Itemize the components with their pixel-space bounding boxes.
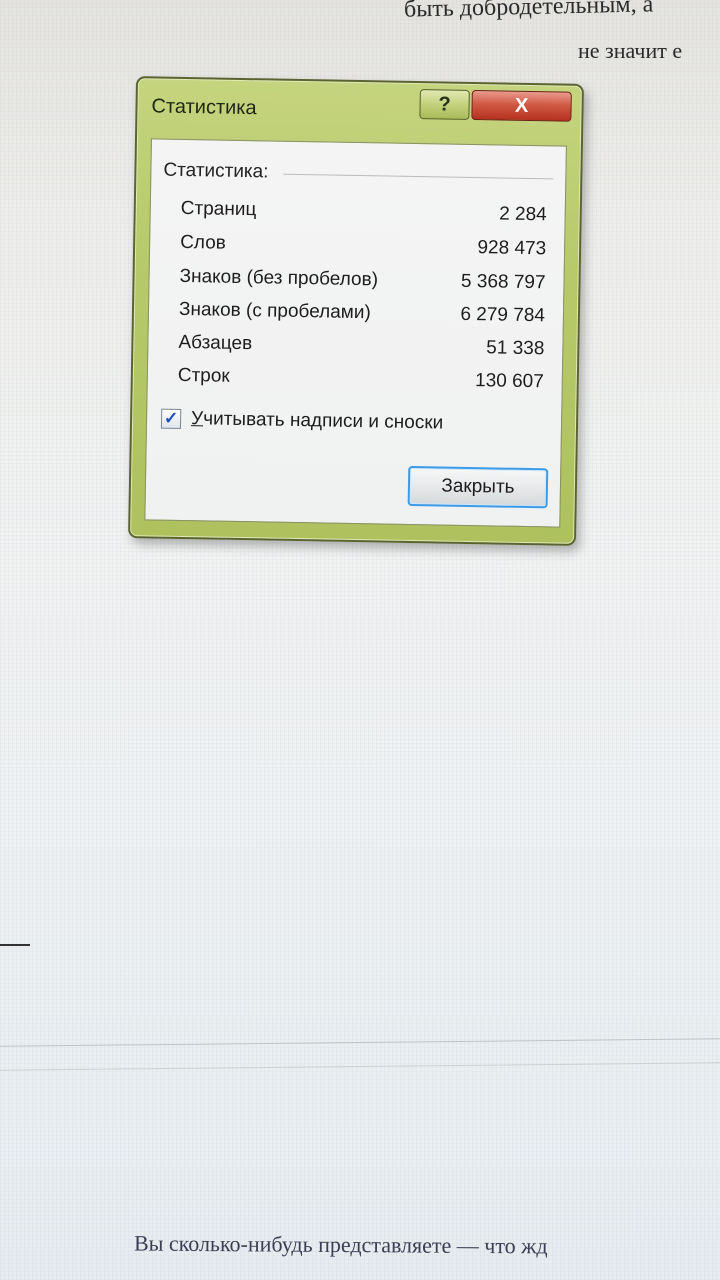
page-divider [0,1038,720,1047]
page-divider [0,1062,720,1071]
stat-value: 130 607 [474,370,544,393]
dialog-content: Статистика: Страниц 2 284 Слов 928 473 З… [144,138,567,528]
stat-row-chars-with-spaces: Знаков (с пробелами) 6 279 784 [179,299,545,331]
group-divider [283,173,554,180]
stat-row-words: Слов 928 473 [180,232,546,264]
document-text-line: быть добродетельным, а [403,0,654,23]
stat-row-pages: Страниц 2 284 [180,197,547,230]
checkbox-mnemonic: У [190,408,204,430]
dialog-titlebar[interactable]: Статистика ? X [137,78,582,142]
stat-label: Знаков (с пробелами) [178,298,371,324]
checkmark-icon: ✓ [163,408,179,428]
close-button[interactable]: Закрыть [407,465,549,509]
stat-label: Абзацев [178,331,253,355]
statistics-dialog: Статистика ? X Статистика: Страниц 2 284… [128,76,584,546]
stat-value: 51 338 [486,337,545,360]
stat-label: Знаков (без пробелов) [179,265,379,291]
document-text-line: Вы сколько-нибудь представляете — что жд [133,1230,548,1259]
stat-value: 2 284 [498,203,547,226]
stat-label: Страниц [180,197,257,221]
statistics-group-label: Статистика: [163,159,269,183]
stat-row-lines: Строк 130 607 [178,365,544,397]
stat-value: 5 368 797 [460,270,546,294]
stat-row-chars-no-spaces: Знаков (без пробелов) 5 368 797 [179,266,545,298]
stat-value: 928 473 [477,237,547,260]
document-text-line: не значит е [578,38,683,63]
footnote-separator [0,944,30,946]
stat-label: Слов [179,231,227,254]
window-close-button[interactable]: X [471,89,572,122]
stat-row-paragraphs: Абзацев 51 338 [178,332,544,364]
dialog-title: Статистика [151,95,257,120]
help-icon: ? [438,92,451,116]
help-button[interactable]: ? [419,89,470,120]
stat-value: 6 279 784 [460,303,546,327]
close-icon: X [514,94,529,117]
include-textboxes-footnotes-checkbox[interactable]: ✓ [160,408,182,429]
stat-label: Строк [177,364,230,387]
checkbox-label-text: читывать надписи и сноски [202,408,444,434]
include-textboxes-footnotes-option[interactable]: ✓ Учитывать надписи и сноски [160,406,444,437]
checkbox-label: Учитывать надписи и сноски [191,408,444,434]
